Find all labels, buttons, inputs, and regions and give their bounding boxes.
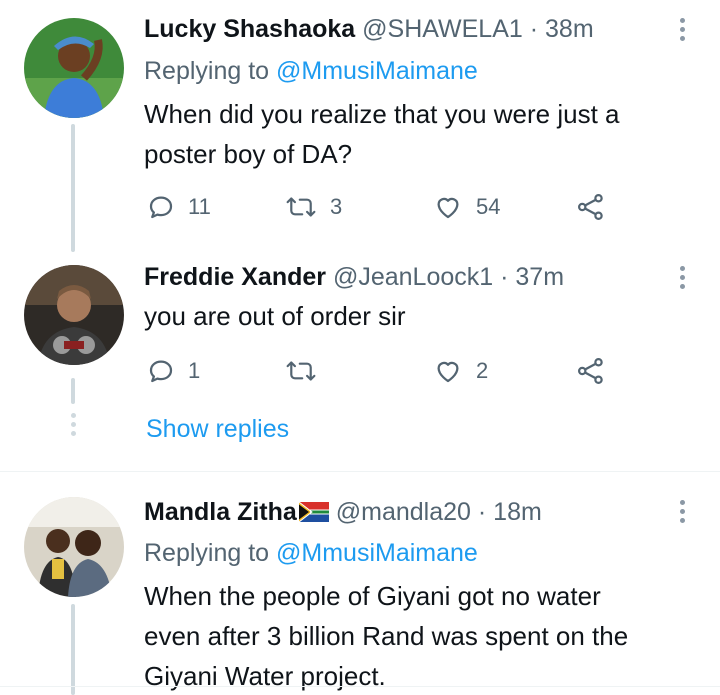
user-handle[interactable]: @mandla20 bbox=[336, 498, 471, 526]
tweet-header: Lucky Shashaoka @SHAWELA1 · 38m bbox=[144, 14, 594, 44]
user-handle[interactable]: @SHAWELA1 bbox=[362, 15, 523, 43]
tweet-text-line: you are out of order sir bbox=[144, 301, 406, 331]
timestamp[interactable]: 38m bbox=[545, 15, 594, 43]
share-button[interactable] bbox=[576, 187, 606, 227]
heart-icon bbox=[437, 197, 459, 219]
separator: · bbox=[529, 15, 539, 43]
like-button[interactable]: 2 bbox=[432, 351, 488, 391]
tweet-text-line: When the people of Giyani got no water bbox=[144, 581, 601, 611]
thread-line bbox=[71, 378, 75, 404]
display-name[interactable]: Lucky Shashaoka bbox=[144, 15, 355, 43]
tweet-text-line: Giyani Water project. bbox=[144, 661, 386, 691]
divider bbox=[0, 471, 720, 472]
like-count: 2 bbox=[476, 358, 489, 383]
tweet-text: When the people of Giyani got no water e… bbox=[144, 576, 704, 695]
retweet-button[interactable] bbox=[284, 351, 318, 391]
tweet-actions: 1 2 bbox=[144, 351, 614, 391]
south-africa-flag-icon bbox=[298, 501, 329, 523]
show-replies-link[interactable]: Show replies bbox=[146, 414, 289, 444]
reply-icon bbox=[149, 196, 173, 219]
tweet-text: you are out of order sir bbox=[144, 296, 704, 336]
more-icon[interactable] bbox=[672, 496, 692, 526]
reply-count: 1 bbox=[188, 358, 201, 383]
replying-to: Replying to @MmusiMaimane bbox=[144, 56, 478, 86]
avatar[interactable] bbox=[24, 497, 124, 597]
replying-to-label: Replying to bbox=[144, 57, 270, 85]
separator: · bbox=[500, 263, 509, 291]
timestamp[interactable]: 37m bbox=[515, 263, 564, 291]
replying-to: Replying to @MmusiMaimane bbox=[144, 538, 478, 568]
display-name[interactable]: Freddie Xander bbox=[144, 263, 326, 291]
share-icon bbox=[578, 358, 603, 384]
thread-line bbox=[71, 124, 75, 252]
divider bbox=[0, 686, 720, 687]
like-count: 54 bbox=[476, 194, 501, 219]
reply-count: 11 bbox=[188, 194, 211, 219]
display-name[interactable]: Mandla Zitha bbox=[144, 498, 297, 526]
retweet-icon bbox=[286, 361, 316, 381]
replying-to-mention[interactable]: @MmusiMaimane bbox=[276, 539, 478, 567]
tweet-text: When did you realize that you were just … bbox=[144, 94, 704, 174]
share-icon bbox=[578, 194, 603, 220]
tweet-header: Freddie Xander @JeanLoock1 · 37m bbox=[144, 262, 564, 292]
thread-continuation-dots bbox=[70, 413, 76, 436]
heart-icon bbox=[437, 361, 459, 383]
user-handle[interactable]: @JeanLoock1 bbox=[333, 263, 493, 291]
separator: · bbox=[477, 498, 487, 526]
reply-button[interactable]: 1 bbox=[146, 351, 200, 391]
reply-button[interactable]: 11 bbox=[146, 187, 211, 227]
tweet-text-line: When did you realize that you were just … bbox=[144, 99, 620, 129]
timestamp[interactable]: 18m bbox=[493, 498, 542, 526]
replying-to-label: Replying to bbox=[144, 539, 270, 567]
replying-to-mention[interactable]: @MmusiMaimane bbox=[276, 57, 478, 85]
share-button[interactable] bbox=[576, 351, 606, 391]
retweet-button[interactable]: 3 bbox=[284, 187, 342, 227]
more-icon[interactable] bbox=[672, 14, 692, 44]
tweet-actions: 11 3 54 bbox=[144, 187, 614, 227]
avatar[interactable] bbox=[24, 18, 124, 118]
tweet-text-line: even after 3 billion Rand was spent on t… bbox=[144, 621, 629, 651]
tweet-header: Mandla Zitha @mandla20 · 18m bbox=[144, 497, 542, 527]
like-button[interactable]: 54 bbox=[432, 187, 500, 227]
retweet-icon bbox=[286, 197, 316, 217]
avatar[interactable] bbox=[24, 265, 124, 365]
more-icon[interactable] bbox=[672, 262, 692, 292]
retweet-count: 3 bbox=[330, 194, 343, 219]
tweet-text-line: poster boy of DA? bbox=[144, 139, 353, 169]
reply-icon bbox=[149, 360, 173, 383]
thread-line bbox=[71, 604, 75, 695]
